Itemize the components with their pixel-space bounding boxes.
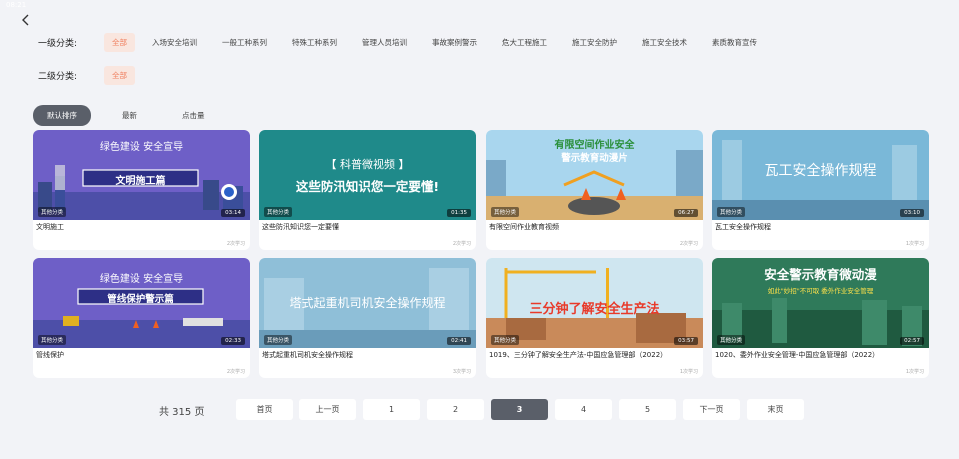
category-badge: 其他分类 xyxy=(38,207,67,217)
status-bar: 08:21 xyxy=(0,0,959,12)
thumbnail-caption: 三分钟了解安全生产法 xyxy=(529,302,660,317)
level1-chip-quality-education[interactable]: 素质教育宣传 xyxy=(704,33,765,52)
level1-chip-entry-training[interactable]: 入场安全培训 xyxy=(144,33,205,52)
duration-badge: 03:57 xyxy=(674,337,698,345)
thumbnail-caption: 这些防汛知识您一定要懂! xyxy=(295,179,440,194)
video-card[interactable]: 绿色建设 安全宣导 文明施工篇 其他分类 03:14 文明施工 2次学习 xyxy=(33,130,250,250)
thumbnail-caption: 有限空间作业安全 xyxy=(554,140,635,151)
sort-latest-button[interactable]: 最新 xyxy=(108,105,151,126)
sort-bar: 默认排序 最新 点击量 xyxy=(33,105,236,126)
video-thumbnail: 有限空间作业安全 警示教育动漫片 其他分类 06:27 xyxy=(486,130,703,220)
video-thumbnail: 瓦工安全操作规程 其他分类 03:10 xyxy=(712,130,929,220)
duration-badge: 02:41 xyxy=(447,337,471,345)
level1-chip-management-training[interactable]: 管理人员培训 xyxy=(354,33,415,52)
thumbnail-caption: 警示教育动漫片 xyxy=(561,153,628,164)
level1-chip-safety-protection[interactable]: 施工安全防护 xyxy=(564,33,625,52)
page-button-5[interactable]: 5 xyxy=(619,399,676,420)
view-count: 2次学习 xyxy=(226,241,245,247)
view-count: 2次学习 xyxy=(679,241,698,247)
level1-chip-special-trades[interactable]: 特殊工种系列 xyxy=(284,33,345,52)
sort-clicks-button[interactable]: 点击量 xyxy=(168,105,219,126)
video-card[interactable]: 绿色建设 安全宣导 管线保护警示篇 其他分类 02:33 管线保护 2次学习 xyxy=(33,258,250,378)
thumbnail-caption: 安全警示教育微动漫 xyxy=(764,267,877,282)
thumbnail-caption: 塔式起重机司机安全操作规程 xyxy=(289,296,446,310)
video-title: 塔式起重机司机安全操作规程 xyxy=(262,351,353,359)
first-page-button[interactable]: 首页 xyxy=(236,399,293,420)
thumbnail-caption: 瓦工安全操作规程 xyxy=(764,163,877,179)
video-title: 1019、三分钟了解安全生产法-中国应急管理部（2022） xyxy=(489,351,668,359)
video-card[interactable]: 安全警示教育微动漫 如此"妙招"不可取 委外作业安全管理 其他分类 02:57 … xyxy=(712,258,929,378)
thumbnail-caption: 管线保护警示篇 xyxy=(107,294,174,305)
video-title: 1020、委外作业安全管理-中国应急管理部（2022） xyxy=(715,351,880,359)
level1-chip-accident-cases[interactable]: 事故案例警示 xyxy=(424,33,485,52)
level1-label: 一级分类: xyxy=(38,39,78,49)
page-button-3[interactable]: 3 xyxy=(491,399,548,420)
last-page-button[interactable]: 末页 xyxy=(747,399,804,420)
page-button-1[interactable]: 1 xyxy=(363,399,420,420)
video-card[interactable]: 【 科普微视频 】 这些防汛知识您一定要懂! 其他分类 01:35 这些防汛知识… xyxy=(259,130,476,250)
video-thumbnail: 【 科普微视频 】 这些防汛知识您一定要懂! 其他分类 01:35 xyxy=(259,130,476,220)
view-count: 2次学习 xyxy=(226,369,245,375)
level2-filter-row: 二级分类: 全部 xyxy=(38,66,144,85)
video-title: 有限空间作业教育视频 xyxy=(489,223,559,231)
video-title: 瓦工安全操作规程 xyxy=(715,223,771,231)
thumbnail-caption: 如此"妙招"不可取 委外作业安全管理 xyxy=(767,287,874,295)
video-thumbnail: 三分钟了解安全生产法 其他分类 03:57 xyxy=(486,258,703,348)
view-count: 1次学习 xyxy=(905,241,924,247)
video-title: 管线保护 xyxy=(36,351,64,359)
category-badge: 其他分类 xyxy=(491,335,520,345)
duration-badge: 03:14 xyxy=(221,209,245,217)
video-thumbnail: 塔式起重机司机安全操作规程 其他分类 02:41 xyxy=(259,258,476,348)
video-title: 文明施工 xyxy=(36,223,64,231)
video-card[interactable]: 塔式起重机司机安全操作规程 其他分类 02:41 塔式起重机司机安全操作规程 3… xyxy=(259,258,476,378)
sort-default-button[interactable]: 默认排序 xyxy=(33,105,91,126)
view-count: 3次学习 xyxy=(452,369,471,375)
video-card[interactable]: 三分钟了解安全生产法 其他分类 03:57 1019、三分钟了解安全生产法-中国… xyxy=(486,258,703,378)
video-thumbnail: 绿色建设 安全宣导 管线保护警示篇 其他分类 02:33 xyxy=(33,258,250,348)
category-badge: 其他分类 xyxy=(264,207,293,217)
status-time: 08:21 xyxy=(6,1,27,9)
duration-badge: 03:10 xyxy=(900,209,924,217)
next-page-button[interactable]: 下一页 xyxy=(683,399,740,420)
level1-chip-general-trades[interactable]: 一般工种系列 xyxy=(214,33,275,52)
duration-badge: 02:33 xyxy=(221,337,245,345)
video-card[interactable]: 瓦工安全操作规程 其他分类 03:10 瓦工安全操作规程 1次学习 xyxy=(712,130,929,250)
video-title: 这些防汛知识您一定要懂 xyxy=(262,223,339,231)
view-count: 1次学习 xyxy=(905,369,924,375)
category-badge: 其他分类 xyxy=(491,207,520,217)
video-card[interactable]: 有限空间作业安全 警示教育动漫片 其他分类 06:27 有限空间作业教育视频 2… xyxy=(486,130,703,250)
page-button-4[interactable]: 4 xyxy=(555,399,612,420)
level1-filter-row: 一级分类: 全部 入场安全培训 一般工种系列 特殊工种系列 管理人员培训 事故案… xyxy=(38,33,774,52)
thumbnail-caption: 文明施工篇 xyxy=(115,176,166,187)
view-count: 2次学习 xyxy=(452,241,471,247)
category-badge: 其他分类 xyxy=(264,335,293,345)
category-badge: 其他分类 xyxy=(717,335,746,345)
level1-chip-all[interactable]: 全部 xyxy=(104,33,135,52)
category-badge: 其他分类 xyxy=(38,335,67,345)
prev-page-button[interactable]: 上一页 xyxy=(299,399,356,420)
total-pages: 共 315 页 xyxy=(159,407,205,418)
page-button-2[interactable]: 2 xyxy=(427,399,484,420)
level1-chip-safety-technology[interactable]: 施工安全技术 xyxy=(634,33,695,52)
level1-chip-major-hazard[interactable]: 危大工程施工 xyxy=(494,33,555,52)
video-thumbnail: 安全警示教育微动漫 如此"妙招"不可取 委外作业安全管理 其他分类 02:57 xyxy=(712,258,929,348)
pagination: 共 315 页 首页 上一页 1 2 3 4 5 下一页 末页 xyxy=(0,399,959,421)
thumbnail-caption: 绿色建设 安全宣导 xyxy=(99,274,184,285)
level2-chip-all[interactable]: 全部 xyxy=(104,66,135,85)
duration-badge: 01:35 xyxy=(447,209,471,217)
view-count: 1次学习 xyxy=(679,369,698,375)
thumbnail-caption: 绿色建设 安全宣导 xyxy=(99,142,184,153)
category-badge: 其他分类 xyxy=(717,207,746,217)
duration-badge: 06:27 xyxy=(674,209,698,217)
level2-label: 二级分类: xyxy=(38,72,78,82)
duration-badge: 02:57 xyxy=(900,337,924,345)
back-icon[interactable] xyxy=(20,12,36,32)
thumbnail-caption: 【 科普微视频 】 xyxy=(325,158,410,171)
video-thumbnail: 绿色建设 安全宣导 文明施工篇 其他分类 03:14 xyxy=(33,130,250,220)
